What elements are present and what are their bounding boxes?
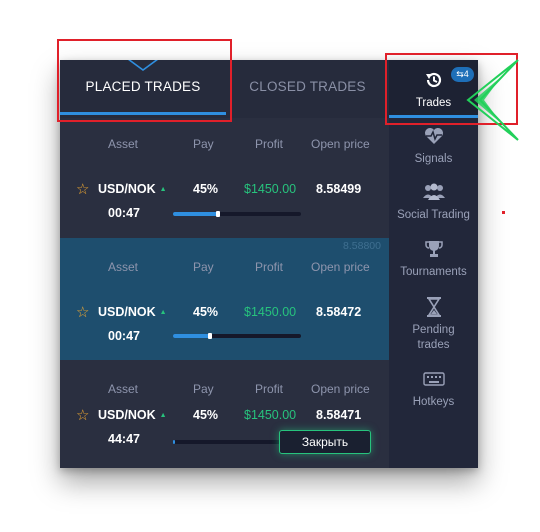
trade-time-left: 00:47 — [108, 206, 140, 220]
trade-card[interactable]: Asset Pay Profit Open price ☆ USD/NOK ▲ 4… — [60, 360, 389, 468]
trade-asset[interactable]: USD/NOK ▲ — [98, 305, 167, 319]
trade-profit: $1450.00 — [244, 408, 297, 422]
trade-progress-bar — [173, 440, 281, 444]
column-header-profit: Profit — [255, 260, 284, 274]
trade-progress-bar — [173, 333, 301, 339]
sidebar-item-social-trading[interactable]: Social Trading — [389, 182, 478, 223]
sidebar-item-label: Social Trading — [397, 209, 470, 221]
progress-fill — [173, 334, 210, 338]
trade-time-left: 44:47 — [108, 432, 140, 446]
sidebar-item-label: Tournaments — [400, 266, 467, 278]
trend-up-icon: ▲ — [159, 309, 167, 316]
column-header-profit: Profit — [255, 382, 284, 396]
column-header-asset: Asset — [108, 382, 139, 396]
tab-closed-trades[interactable]: CLOSED TRADES — [226, 60, 389, 118]
trade-asset[interactable]: USD/NOK ▲ — [98, 408, 167, 422]
trade-progress-bar — [173, 211, 301, 217]
annotation-dot — [502, 211, 505, 214]
sidebar-item-hotkeys[interactable]: Hotkeys — [389, 372, 478, 410]
column-header-pay: Pay — [193, 260, 214, 274]
trade-card[interactable]: Asset Pay Profit Open price ☆ USD/NOK ▲ 4… — [60, 118, 389, 238]
progress-fill — [173, 212, 218, 216]
chart-price-label: 8.58800 — [343, 240, 381, 252]
history-icon — [426, 72, 442, 88]
star-icon[interactable]: ☆ — [76, 180, 89, 198]
star-icon[interactable]: ☆ — [76, 406, 89, 424]
active-tab-underline — [60, 112, 226, 115]
column-header-asset: Asset — [108, 137, 139, 151]
star-icon[interactable]: ☆ — [76, 303, 89, 321]
progress-knob — [208, 333, 212, 339]
keyboard-icon — [422, 372, 445, 386]
column-header-asset: Asset — [108, 260, 139, 274]
trade-open-price: 8.58471 — [316, 408, 362, 422]
trend-up-icon: ▲ — [159, 412, 167, 419]
progress-knob — [216, 211, 220, 217]
trades-tabs: PLACED TRADES CLOSED TRADES — [60, 60, 389, 118]
sidebar-item-label: Pending trades — [412, 324, 455, 351]
column-header-open-price: Open price — [311, 137, 370, 151]
close-trade-button[interactable]: Закрыть — [279, 430, 371, 454]
trend-up-icon: ▲ — [159, 186, 167, 193]
column-header-profit: Profit — [255, 137, 284, 151]
column-header-pay: Pay — [193, 137, 214, 151]
trades-panel: PLACED TRADES CLOSED TRADES Asset Pay Pr… — [60, 60, 478, 468]
progress-fill — [173, 440, 175, 444]
tab-placed-trades[interactable]: PLACED TRADES — [60, 60, 226, 118]
trade-profit: $1450.00 — [244, 305, 297, 319]
trade-asset[interactable]: USD/NOK ▲ — [98, 182, 167, 196]
sidebar-item-pending-trades[interactable]: Pending trades — [389, 296, 478, 353]
sidebar-item-label: Hotkeys — [412, 396, 455, 408]
column-header-open-price: Open price — [311, 382, 370, 396]
sidebar-item-label: Signals — [414, 153, 453, 165]
trade-open-price: 8.58472 — [316, 305, 362, 319]
trade-pay: 45% — [193, 305, 219, 319]
trophy-icon — [424, 241, 443, 257]
trade-pay: 45% — [193, 182, 219, 196]
trade-profit: $1450.00 — [244, 182, 297, 196]
heartbeat-icon — [424, 128, 443, 144]
column-header-open-price: Open price — [311, 260, 370, 274]
users-icon — [422, 183, 445, 200]
arrow-left-icon — [466, 59, 519, 141]
trade-pay: 45% — [193, 408, 219, 422]
column-header-pay: Pay — [193, 382, 214, 396]
sidebar-item-tournaments[interactable]: Tournaments — [389, 239, 478, 280]
trade-time-left: 00:47 — [108, 329, 140, 343]
trade-card-highlighted[interactable]: 8.58800 Asset Pay Profit Open price ☆ US… — [60, 238, 389, 360]
trade-open-price: 8.58499 — [316, 182, 362, 196]
hourglass-icon — [426, 297, 441, 317]
trades-list: PLACED TRADES CLOSED TRADES Asset Pay Pr… — [60, 60, 389, 468]
